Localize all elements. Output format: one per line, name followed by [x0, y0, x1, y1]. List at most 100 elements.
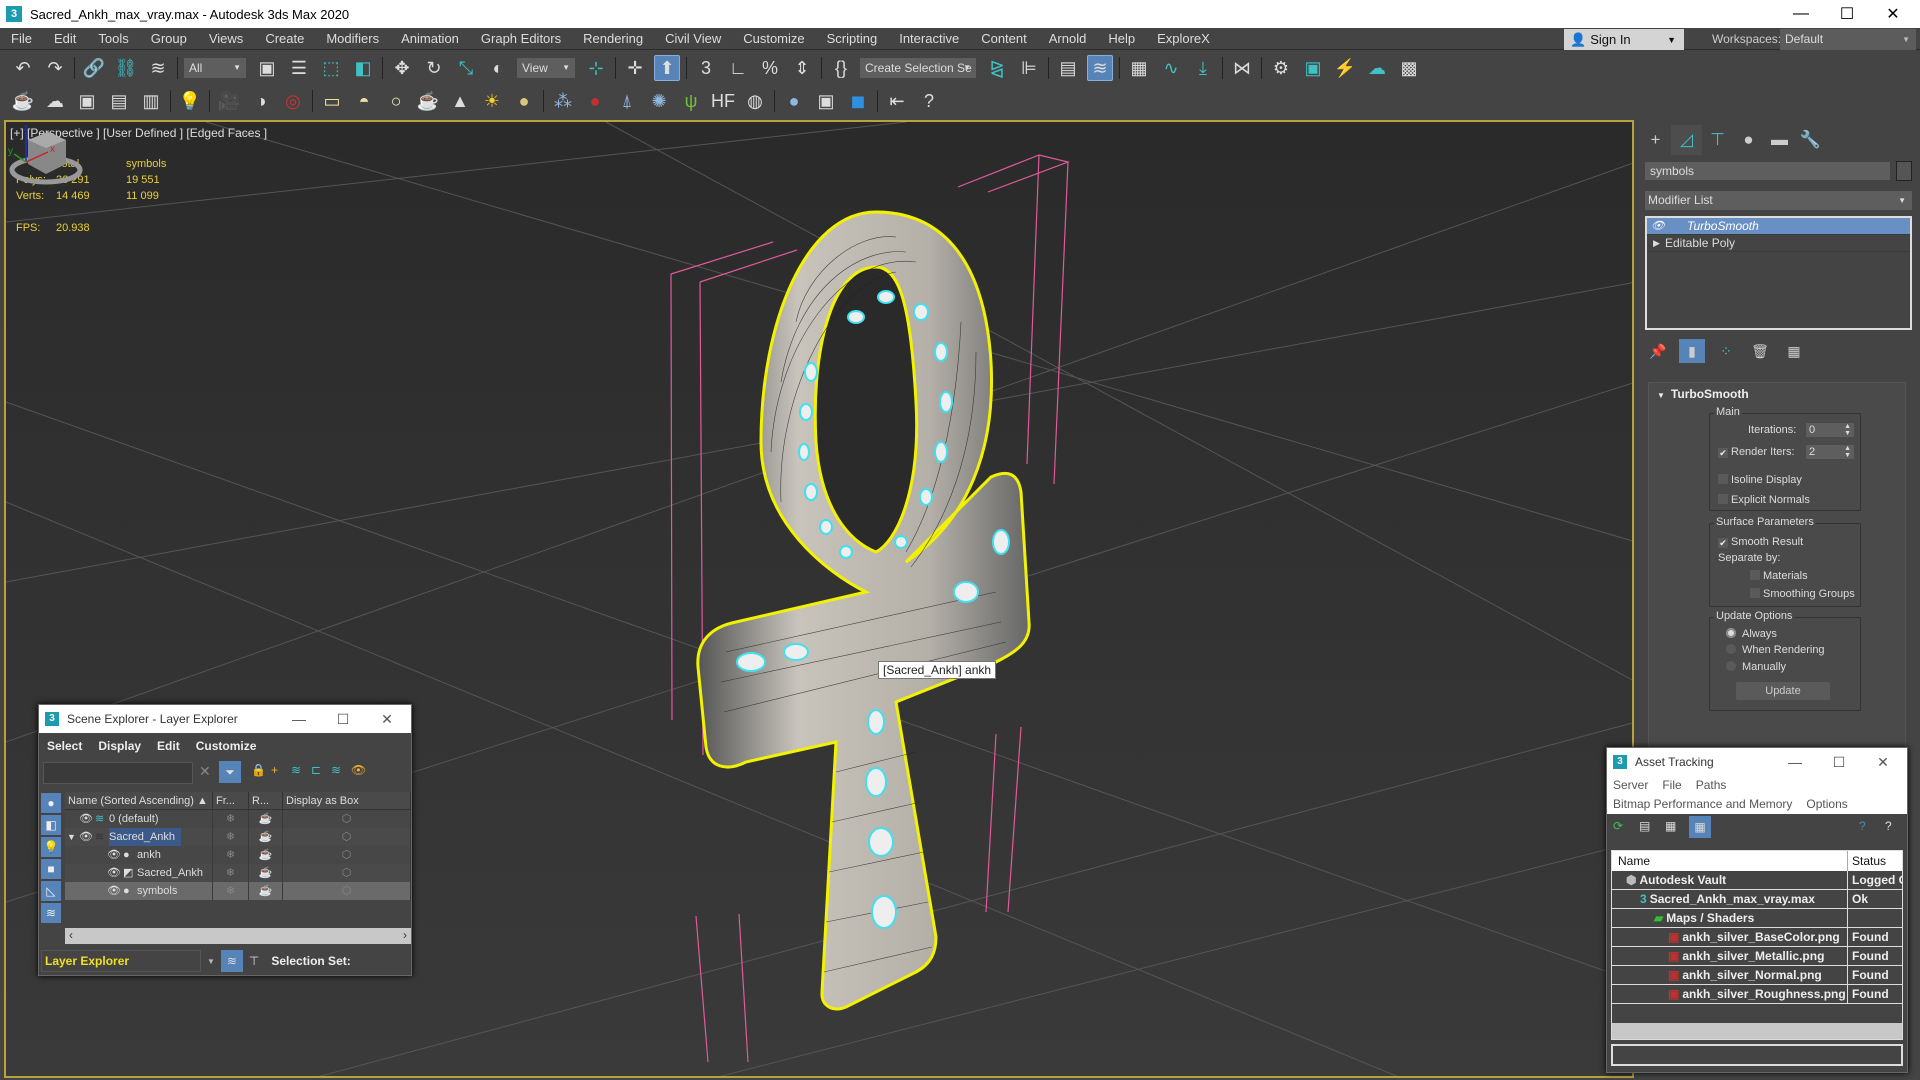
sun-icon[interactable]: ☀ — [479, 88, 505, 114]
hierarchy-icon[interactable]: ⊏ — [311, 763, 321, 777]
sort-by-layer-icon[interactable]: ≋ — [220, 950, 243, 972]
display-as-box-icon[interactable]: ⬡ — [283, 882, 411, 900]
asset-row[interactable]: ⬢Autodesk Vault Logged Out — [1612, 871, 1902, 890]
table-view-icon[interactable]: ▦ — [1689, 816, 1711, 838]
minimize-button[interactable]: — — [1773, 748, 1817, 776]
expand-arrow-icon[interactable]: ▼ — [67, 828, 76, 846]
filter-icon[interactable]: ⏷ — [219, 761, 241, 783]
render-icon[interactable]: ☕ — [249, 882, 283, 900]
spinner-snap-icon[interactable]: ⇕ — [789, 55, 815, 81]
menu-modifiers[interactable]: Modifiers — [315, 31, 390, 46]
menu-help[interactable]: Help — [1097, 31, 1146, 46]
display-helpers-icon[interactable]: ◺ — [41, 881, 61, 901]
add-layer-icon[interactable]: + — [271, 763, 278, 777]
select-object-icon[interactable]: ▣ — [254, 55, 280, 81]
asset-tracking-titlebar[interactable]: 3 Asset Tracking — ☐ ✕ — [1607, 748, 1907, 776]
asset-row[interactable]: ▰ Maps / Shaders — [1612, 909, 1902, 928]
camera-icon[interactable]: 🎥 — [216, 88, 242, 114]
workspaces-dropdown[interactable]: Default ▼ — [1780, 29, 1916, 50]
menu-edit[interactable]: Edit — [43, 31, 87, 46]
display-cameras-icon[interactable]: ■ — [41, 859, 61, 879]
maximize-button[interactable]: ☐ — [1817, 748, 1861, 776]
redo-icon[interactable]: ↷ — [42, 55, 68, 81]
cloud-icon[interactable]: ☁ — [42, 88, 68, 114]
modify-tab-icon[interactable]: ◿ — [1671, 125, 1702, 155]
create-tab-icon[interactable]: + — [1640, 125, 1671, 155]
asset-row[interactable]: ▣ ankh_silver_Metallic.png Found — [1612, 947, 1902, 966]
modifier-list-dropdown[interactable]: Modifier List ▼ — [1645, 191, 1912, 210]
teapot-icon[interactable]: ☕ — [10, 88, 36, 114]
schematic-view-icon[interactable]: ⋈ — [1229, 55, 1255, 81]
clear-search-icon[interactable]: ✕ — [199, 763, 211, 780]
at-menu-bitmap-performance-and-memory[interactable]: Bitmap Performance and Memory — [1613, 797, 1792, 811]
scene-explorer-titlebar[interactable]: 3 Scene Explorer - Layer Explorer — ☐ ✕ — [39, 705, 411, 733]
maximize-button[interactable]: ☐ — [321, 705, 365, 733]
vray-proxy-icon[interactable]: ⁂ — [550, 88, 576, 114]
rotate-icon[interactable]: ↻ — [421, 55, 447, 81]
utilities-tab-icon[interactable]: 🔧 — [1795, 125, 1826, 155]
menu-civil-view[interactable]: Civil View — [654, 31, 732, 46]
freeze-icon[interactable]: ❄ — [213, 846, 249, 864]
hair-fur-icon[interactable]: HF — [710, 88, 736, 114]
isoline-display-checkbox[interactable]: Isoline Display — [1718, 474, 1802, 486]
align-icon[interactable]: ⊫ — [1016, 55, 1042, 81]
render-icon[interactable]: ☕ — [249, 828, 283, 846]
close-button[interactable]: ✕ — [1861, 748, 1905, 776]
display-spacewarps-icon[interactable]: ≋ — [41, 903, 61, 923]
help-icon[interactable]: ? — [1885, 819, 1892, 833]
mesh-light-icon[interactable]: ☕ — [415, 88, 441, 114]
ambient-light-icon[interactable]: ● — [511, 88, 537, 114]
close-button[interactable]: ✕ — [1870, 0, 1916, 28]
asset-row[interactable]: 3 Sacred_Ankh_max_vray.max Ok — [1612, 890, 1902, 909]
vault-help-icon[interactable]: ? — [1859, 819, 1866, 833]
column-header-name[interactable]: Name (Sorted Ascending) ▲ — [65, 792, 213, 809]
chevron-down-icon[interactable]: ▼ — [207, 957, 215, 966]
smooth-result-checkbox[interactable]: ✔ Smooth Result — [1718, 536, 1803, 548]
lock-icon[interactable]: 🔒 — [251, 763, 266, 777]
at-menu-paths[interactable]: Paths — [1696, 778, 1727, 792]
freeze-icon[interactable]: ❄ — [213, 864, 249, 882]
vray-displacement-icon[interactable]: ✺ — [646, 88, 672, 114]
reference-coordinate-dropdown[interactable]: View ▼ — [517, 58, 575, 78]
display-as-box-icon[interactable]: ⬡ — [283, 864, 411, 882]
selection-filter-dropdown[interactable]: All ▼ — [184, 58, 246, 78]
toggle-ribbon-icon[interactable]: ▦ — [1126, 55, 1152, 81]
render-iters-checkbox[interactable]: ✔ Render Iters: — [1718, 446, 1795, 458]
stack-item-editable-poly[interactable]: ▶ Editable Poly — [1647, 235, 1910, 252]
placement-icon[interactable]: ◐ — [485, 55, 511, 81]
at-menu-options[interactable]: Options — [1806, 797, 1847, 811]
sort-by-hierarchy-icon[interactable]: ⊤ — [249, 954, 259, 968]
tree-row[interactable]: 👁 ● symbols ❄ ☕ ⬡ — [65, 882, 411, 900]
scene-explorer-search-input[interactable] — [43, 762, 193, 784]
refresh-icon[interactable]: ⟳ — [1613, 819, 1623, 833]
vray-fur-icon[interactable]: ψ — [678, 88, 704, 114]
display-shapes-icon[interactable]: ◧ — [41, 815, 61, 835]
window-crossing-icon[interactable]: ◧ — [350, 55, 376, 81]
when-rendering-radio[interactable]: When Rendering — [1726, 644, 1825, 656]
horizontal-scrollbar[interactable] — [1612, 1023, 1902, 1039]
render-setup-icon[interactable]: ⚙ — [1268, 55, 1294, 81]
rectangular-selection-icon[interactable]: ⬚ — [318, 55, 344, 81]
materials-checkbox[interactable]: Materials — [1750, 570, 1808, 582]
asset-row[interactable]: ▣ ankh_silver_Normal.png Found — [1612, 966, 1902, 985]
minimize-button[interactable]: — — [277, 705, 321, 733]
toggle-scene-explorer-icon[interactable]: ▤ — [1055, 55, 1081, 81]
column-header-freeze[interactable]: Fr... — [213, 792, 249, 809]
list-view-icon[interactable]: ▤ — [1639, 819, 1650, 833]
menu-interactive[interactable]: Interactive — [888, 31, 970, 46]
stack-item-turbosmooth[interactable]: 👁 TurboSmooth — [1647, 218, 1910, 235]
display-as-box-icon[interactable]: ⬡ — [283, 810, 411, 828]
tree-row[interactable]: 👁 ≋ 0 (default) ❄ ☕ ⬡ — [65, 810, 411, 828]
make-unique-icon[interactable]: ⁘ — [1713, 339, 1739, 363]
vray-plane-icon[interactable]: ⍋ — [614, 88, 640, 114]
display-as-box-icon[interactable]: ⬡ — [283, 846, 411, 864]
explicit-normals-checkbox[interactable]: Explicit Normals — [1718, 494, 1810, 506]
select-by-name-icon[interactable]: ☰ — [286, 55, 312, 81]
physical-camera-icon[interactable]: ◑ — [248, 88, 274, 114]
bind-space-warp-icon[interactable]: ≋ — [145, 55, 171, 81]
material-library-icon[interactable]: ▣ — [813, 88, 839, 114]
sign-in-dropdown[interactable]: 👤 Sign In ▼ — [1564, 29, 1684, 50]
column-header-render[interactable]: R... — [249, 792, 283, 809]
render-production-icon[interactable]: ⚡ — [1332, 55, 1358, 81]
vray-sphere-icon[interactable]: ● — [582, 88, 608, 114]
